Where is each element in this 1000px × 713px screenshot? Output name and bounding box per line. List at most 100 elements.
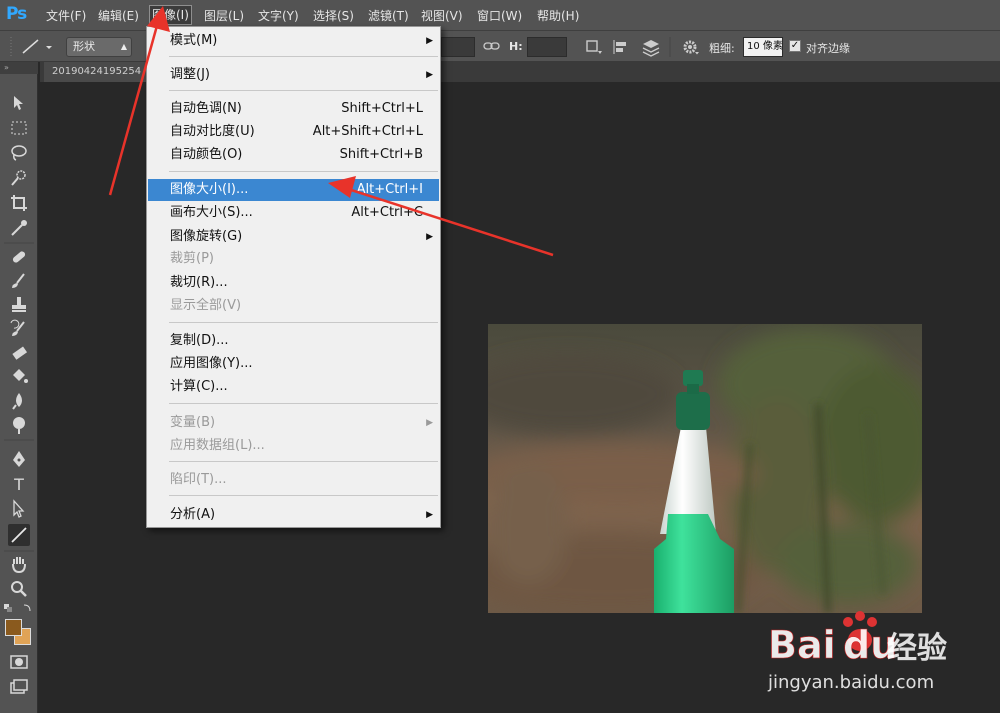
- menu-item-label: 自动颜色(O): [170, 147, 243, 162]
- menu-separator: [169, 322, 438, 323]
- menu-item-adjustments[interactable]: 调整(J) ▶: [148, 64, 439, 86]
- menu-help[interactable]: 帮助(H): [537, 7, 579, 25]
- width-field[interactable]: [441, 37, 475, 57]
- menu-separator: [169, 171, 438, 172]
- eyedropper-tool-icon[interactable]: [8, 217, 30, 239]
- menu-item-mode[interactable]: 模式(M) ▶: [148, 30, 439, 52]
- hand-tool-icon[interactable]: [8, 553, 30, 575]
- link-icon[interactable]: [483, 39, 501, 53]
- menu-item-reveal-all: 显示全部(V): [148, 295, 439, 317]
- menu-item-calculations[interactable]: 计算(C)...: [148, 376, 439, 398]
- menu-item-label: 分析(A): [170, 507, 216, 522]
- submenu-arrow-icon: ▶: [426, 232, 433, 242]
- menu-item-label: 计算(C)...: [170, 379, 228, 394]
- menu-item-analysis[interactable]: 分析(A) ▶: [148, 504, 439, 526]
- line-tool-preset-icon[interactable]: [20, 38, 54, 56]
- swap-colors-icon[interactable]: [4, 602, 34, 614]
- menu-item-label: 模式(M): [170, 33, 218, 48]
- align-edges-label: 对齐边缘: [806, 42, 850, 55]
- menu-item-auto-tone[interactable]: 自动色调(N) Shift+Ctrl+L: [148, 98, 439, 120]
- submenu-arrow-icon: ▶: [426, 418, 433, 428]
- crop-tool-icon[interactable]: [8, 192, 30, 214]
- options-divider: [669, 37, 671, 57]
- toolbox: » T: [0, 62, 38, 713]
- toolbox-divider: [4, 439, 34, 441]
- type-tool-icon[interactable]: T: [8, 474, 30, 496]
- document-tab[interactable]: 20190424195254: [44, 62, 150, 82]
- menu-separator: [169, 90, 438, 91]
- toolbox-divider: [4, 550, 34, 552]
- options-grip: [10, 37, 12, 57]
- menu-item-label: 应用图像(Y)...: [170, 356, 253, 371]
- marquee-tool-icon[interactable]: [8, 117, 30, 139]
- clone-stamp-tool-icon[interactable]: [8, 294, 30, 316]
- path-selection-tool-icon[interactable]: [8, 498, 30, 520]
- height-label: H:: [509, 40, 523, 53]
- menu-layer[interactable]: 图层(L): [204, 7, 244, 25]
- menu-window[interactable]: 窗口(W): [477, 7, 522, 25]
- toolbox-collapse-icon[interactable]: »: [0, 62, 38, 74]
- menu-item-image-size[interactable]: 图像大小(I)... Alt+Ctrl+I: [148, 179, 439, 201]
- pen-tool-icon[interactable]: [8, 448, 30, 470]
- menu-view[interactable]: 视图(V): [421, 7, 463, 25]
- submenu-arrow-icon: ▶: [426, 510, 433, 520]
- path-alignment-icon[interactable]: [611, 39, 631, 55]
- menu-item-auto-color[interactable]: 自动颜色(O) Shift+Ctrl+B: [148, 144, 439, 166]
- menu-item-duplicate[interactable]: 复制(D)...: [148, 330, 439, 352]
- menu-item-label: 陷印(T)...: [170, 472, 227, 487]
- menu-item-canvas-size[interactable]: 画布大小(S)... Alt+Ctrl+C: [148, 202, 439, 224]
- menu-item-apply-data-set: 应用数据组(L)...: [148, 435, 439, 457]
- mode-select-value: 形状: [73, 40, 95, 53]
- watermark-brand: Bai: [768, 623, 836, 667]
- healing-brush-tool-icon[interactable]: [8, 246, 30, 268]
- menu-item-variables: 变量(B) ▶: [148, 412, 439, 434]
- eraser-tool-icon[interactable]: [8, 342, 30, 364]
- menu-item-trim[interactable]: 裁切(R)...: [148, 272, 439, 294]
- photoshop-logo: Ps: [6, 4, 27, 24]
- menu-item-label: 自动对比度(U): [170, 124, 255, 139]
- brush-tool-icon[interactable]: [8, 270, 30, 292]
- gear-icon[interactable]: [682, 39, 700, 55]
- menu-item-shortcut: Alt+Shift+Ctrl+L: [312, 124, 423, 139]
- menu-file[interactable]: 文件(F): [46, 7, 86, 25]
- toolbox-divider: [4, 242, 34, 244]
- menu-edit[interactable]: 编辑(E): [98, 7, 139, 25]
- screen-mode-icon[interactable]: [8, 676, 30, 698]
- menu-select[interactable]: 选择(S): [313, 7, 354, 25]
- menu-item-label: 图像旋转(G): [170, 229, 243, 244]
- foreground-color-swatch[interactable]: [5, 619, 22, 636]
- align-edges-checkbox[interactable]: ✓: [789, 40, 801, 52]
- menu-item-label: 自动色调(N): [170, 101, 242, 116]
- baidu-watermark: Bai du 经验 jingyan.baidu.com: [760, 600, 960, 700]
- zoom-tool-icon[interactable]: [8, 578, 30, 600]
- menu-item-label: 显示全部(V): [170, 298, 242, 313]
- menu-separator: [169, 403, 438, 404]
- watermark-url: jingyan.baidu.com: [767, 672, 934, 693]
- menu-item-image-rotation[interactable]: 图像旋转(G) ▶: [148, 226, 439, 248]
- paint-bucket-tool-icon[interactable]: [8, 366, 30, 388]
- path-arrangement-icon[interactable]: [640, 37, 662, 57]
- weight-field[interactable]: 10 像素: [743, 37, 783, 57]
- menu-item-label: 裁剪(P): [170, 251, 214, 266]
- document-canvas-photo[interactable]: [488, 324, 922, 613]
- image-menu-dropdown: 模式(M) ▶ 调整(J) ▶ 自动色调(N) Shift+Ctrl+L 自动对比度(…: [146, 26, 441, 528]
- dodge-tool-icon[interactable]: [8, 414, 30, 436]
- menu-type[interactable]: 文字(Y): [258, 7, 299, 25]
- quick-mask-icon[interactable]: [8, 651, 30, 673]
- height-field[interactable]: [527, 37, 567, 57]
- menu-item-auto-contrast[interactable]: 自动对比度(U) Alt+Shift+Ctrl+L: [148, 121, 439, 143]
- menu-image[interactable]: 图像(I): [149, 5, 192, 25]
- menu-filter[interactable]: 滤镜(T): [368, 7, 409, 25]
- blur-tool-icon[interactable]: [8, 390, 30, 412]
- menu-item-apply-image[interactable]: 应用图像(Y)...: [148, 353, 439, 375]
- menu-item-shortcut: Shift+Ctrl+L: [341, 101, 423, 116]
- history-brush-tool-icon[interactable]: [8, 318, 30, 340]
- quick-selection-tool-icon[interactable]: [8, 167, 30, 189]
- move-tool-icon[interactable]: [8, 92, 30, 114]
- menu-item-shortcut: Alt+Ctrl+I: [356, 182, 423, 197]
- path-operations-icon[interactable]: [585, 39, 603, 55]
- line-tool-icon[interactable]: [8, 524, 30, 546]
- menu-item-label: 调整(J): [170, 67, 210, 82]
- mode-select[interactable]: 形状 ▲: [66, 37, 132, 57]
- lasso-tool-icon[interactable]: [8, 142, 30, 164]
